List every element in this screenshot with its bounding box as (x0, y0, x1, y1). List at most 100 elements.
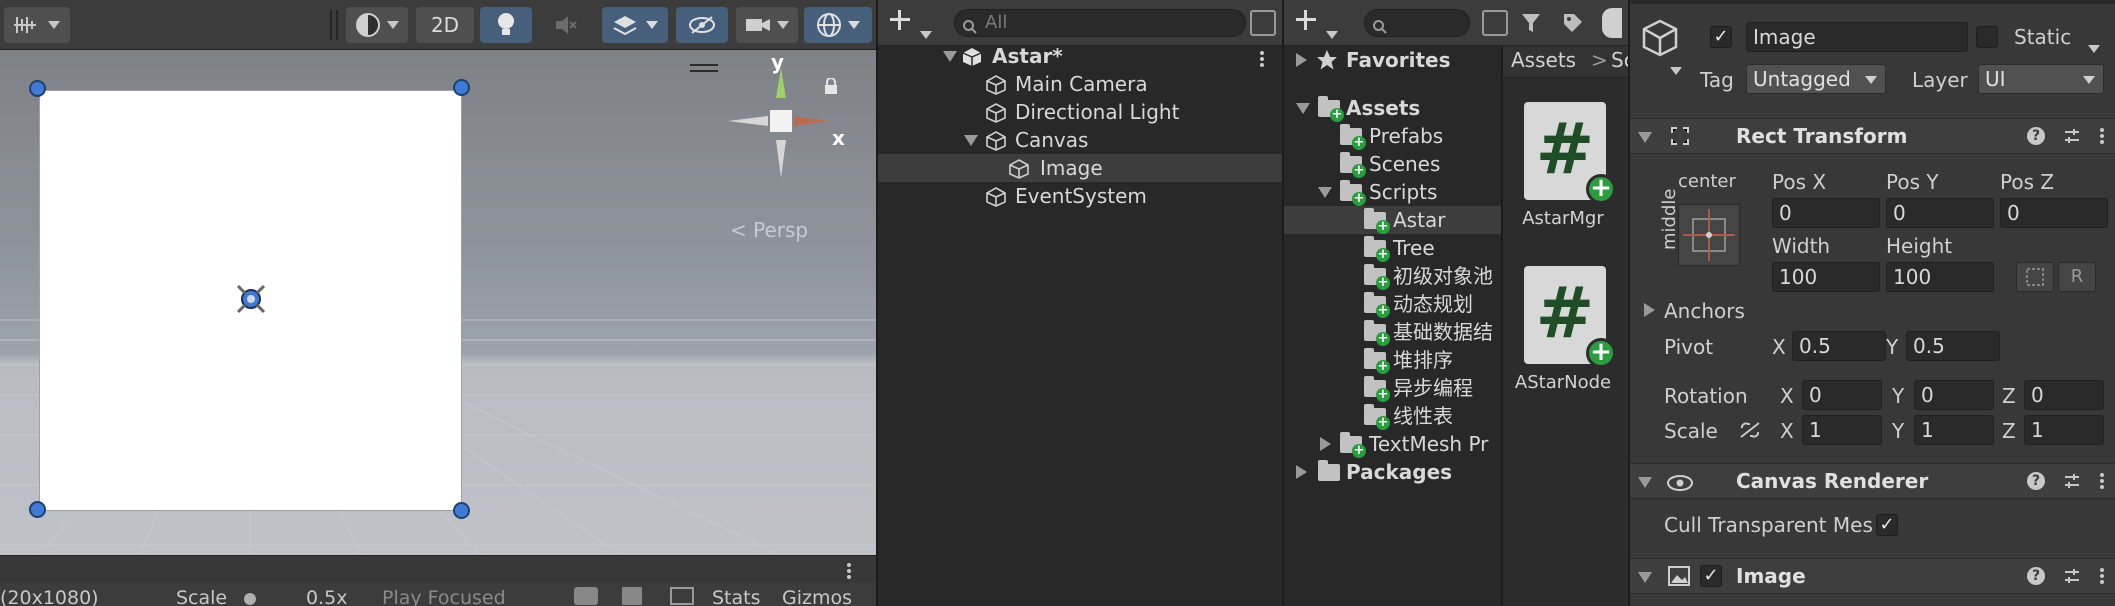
rect-handle-top-left[interactable] (29, 80, 46, 97)
search-by-type-icon[interactable] (1482, 10, 1508, 36)
scene-viewport[interactable]: y x < Persp (0, 50, 876, 555)
image-component-header[interactable]: ✓ Image ? (1630, 558, 2115, 594)
tag-dropdown[interactable]: Untagged (1746, 64, 1886, 94)
cull-transparent-checkbox[interactable]: ✓ (1876, 514, 1898, 536)
rotation-z-field[interactable]: 0 (2024, 380, 2104, 410)
expand-arrow-icon[interactable] (1644, 303, 1655, 317)
asset-tile-astarmgr[interactable]: # + AstarMgr (1503, 102, 1628, 242)
height-field[interactable]: 100 (1886, 262, 1994, 292)
hierarchy-search-input[interactable]: All (954, 9, 1246, 37)
help-icon[interactable]: ? (2027, 127, 2045, 145)
static-checkbox[interactable] (1976, 26, 1998, 48)
folder-item-async[interactable]: + 异步编程 (1284, 374, 1501, 402)
grid-layout-icon[interactable] (670, 587, 694, 605)
folder-item-scripts[interactable]: + Scripts (1284, 178, 1501, 206)
folder-item-scenes[interactable]: + Scenes (1284, 150, 1501, 178)
pos-x-field[interactable]: 0 (1772, 198, 1880, 228)
folder-item-dynamic-programming[interactable]: + 动态规划 (1284, 290, 1501, 318)
pivot-x-field[interactable]: 0.5 (1792, 331, 1886, 361)
kebab-menu-icon[interactable] (846, 562, 852, 580)
lock-icon[interactable] (824, 78, 838, 94)
asset-tile-astarnode[interactable]: # + AStarNode (1503, 266, 1628, 406)
folder-item-astar[interactable]: + Astar (1284, 206, 1501, 234)
layer-dropdown[interactable]: UI (1978, 64, 2104, 94)
shading-mode-dropdown[interactable] (346, 7, 408, 43)
hierarchy-item-main-camera[interactable]: Main Camera (878, 70, 1282, 98)
effects-dropdown[interactable] (602, 7, 668, 43)
collapse-arrow-icon[interactable] (1638, 132, 1652, 143)
image-enabled-checkbox[interactable]: ✓ (1700, 565, 1722, 587)
tag-icon[interactable] (1562, 12, 1584, 39)
object-name-field[interactable]: Image (1746, 22, 1968, 52)
hierarchy-item-image[interactable]: Image (878, 154, 1282, 182)
lighting-toggle[interactable] (480, 7, 532, 43)
speaker-icon[interactable] (622, 587, 642, 605)
gizmos-dropdown[interactable] (804, 7, 872, 43)
folder-item-packages[interactable]: Packages (1284, 458, 1501, 486)
canvas-rect[interactable] (39, 90, 462, 511)
camera-dropdown[interactable] (736, 7, 798, 43)
blueprint-mode-button[interactable] (2016, 262, 2054, 292)
mode-2d-button[interactable]: 2D (416, 7, 474, 43)
presets-icon[interactable] (2063, 567, 2081, 590)
kebab-menu-icon[interactable] (2099, 127, 2105, 150)
hierarchy-item-directional-light[interactable]: Directional Light (878, 98, 1282, 126)
kebab-menu-icon[interactable] (2099, 567, 2105, 590)
filter-icon[interactable] (1520, 12, 1542, 39)
presets-icon[interactable] (2063, 127, 2081, 150)
rect-handle-bottom-right[interactable] (453, 502, 470, 519)
expand-arrow-icon[interactable] (1318, 187, 1332, 198)
hierarchy-item-scene[interactable]: Astar* (878, 42, 1282, 70)
projection-label[interactable]: < Persp (730, 218, 808, 242)
anchor-presets-button[interactable] (1678, 204, 1740, 266)
chevron-down-icon[interactable] (2088, 34, 2100, 58)
help-icon[interactable]: ? (2027, 567, 2045, 585)
play-focused-dropdown[interactable]: Play Focused (382, 587, 506, 606)
pivot-y-field[interactable]: 0.5 (1906, 331, 2000, 361)
expand-arrow-icon[interactable] (943, 51, 957, 62)
scene-search-icon[interactable] (1250, 10, 1276, 36)
unlink-icon[interactable] (1738, 420, 1762, 445)
project-search-input[interactable] (1364, 9, 1470, 37)
audio-toggle[interactable] (540, 7, 592, 43)
collapse-arrow-icon[interactable] (1638, 477, 1652, 488)
create-asset-dropdown[interactable] (1294, 8, 1350, 39)
scale-y-field[interactable]: 1 (1914, 415, 1994, 445)
anchors-foldout[interactable]: Anchors (1664, 297, 1745, 325)
scale-slider-thumb[interactable] (244, 593, 256, 605)
chevron-down-icon[interactable] (1670, 56, 1682, 80)
rect-handle-bottom-left[interactable] (29, 501, 46, 518)
folder-item-tree[interactable]: + Tree (1284, 234, 1501, 262)
width-field[interactable]: 100 (1772, 262, 1880, 292)
folder-item-linear-list[interactable]: + 线性表 (1284, 402, 1501, 430)
scale-x-field[interactable]: 1 (1802, 415, 1882, 445)
collapse-arrow-icon[interactable] (1638, 572, 1652, 583)
hidden-objects-toggle[interactable] (676, 7, 728, 43)
active-checkbox[interactable]: ✓ (1710, 26, 1732, 48)
expand-arrow-icon[interactable] (1320, 437, 1331, 451)
scale-z-field[interactable]: 1 (2024, 415, 2104, 445)
expand-arrow-icon[interactable] (964, 135, 978, 146)
expand-arrow-icon[interactable] (1296, 465, 1307, 479)
overlay-drag-handle[interactable] (690, 64, 718, 66)
pos-y-field[interactable]: 0 (1886, 198, 1994, 228)
rect-handle-top-right[interactable] (453, 79, 470, 96)
hidden-packages-icon[interactable] (1602, 8, 1622, 38)
breadcrumb-item-scripts[interactable]: Sc (1611, 48, 1628, 72)
rotation-y-field[interactable]: 0 (1914, 380, 1994, 410)
kebab-menu-icon[interactable] (2099, 472, 2105, 495)
rect-transform-header[interactable]: Rect Transform ? (1630, 118, 2115, 154)
folder-item-assets[interactable]: + Assets (1284, 94, 1501, 122)
folder-item-heap-sort[interactable]: + 堆排序 (1284, 346, 1501, 374)
hierarchy-item-canvas[interactable]: Canvas (878, 126, 1282, 154)
presets-icon[interactable] (2063, 472, 2081, 495)
folder-item-prefabs[interactable]: + Prefabs (1284, 122, 1501, 150)
stats-button[interactable]: Stats (712, 587, 761, 606)
breadcrumb-item-assets[interactable]: Assets (1511, 48, 1576, 72)
resolution-label[interactable]: (20x1080) (0, 587, 99, 606)
expand-arrow-icon[interactable] (1296, 53, 1307, 67)
bug-icon[interactable] (574, 587, 598, 605)
expand-arrow-icon[interactable] (1296, 103, 1310, 114)
help-icon[interactable]: ? (2027, 472, 2045, 490)
folder-item-object-pool[interactable]: + 初级对象池 (1284, 262, 1501, 290)
